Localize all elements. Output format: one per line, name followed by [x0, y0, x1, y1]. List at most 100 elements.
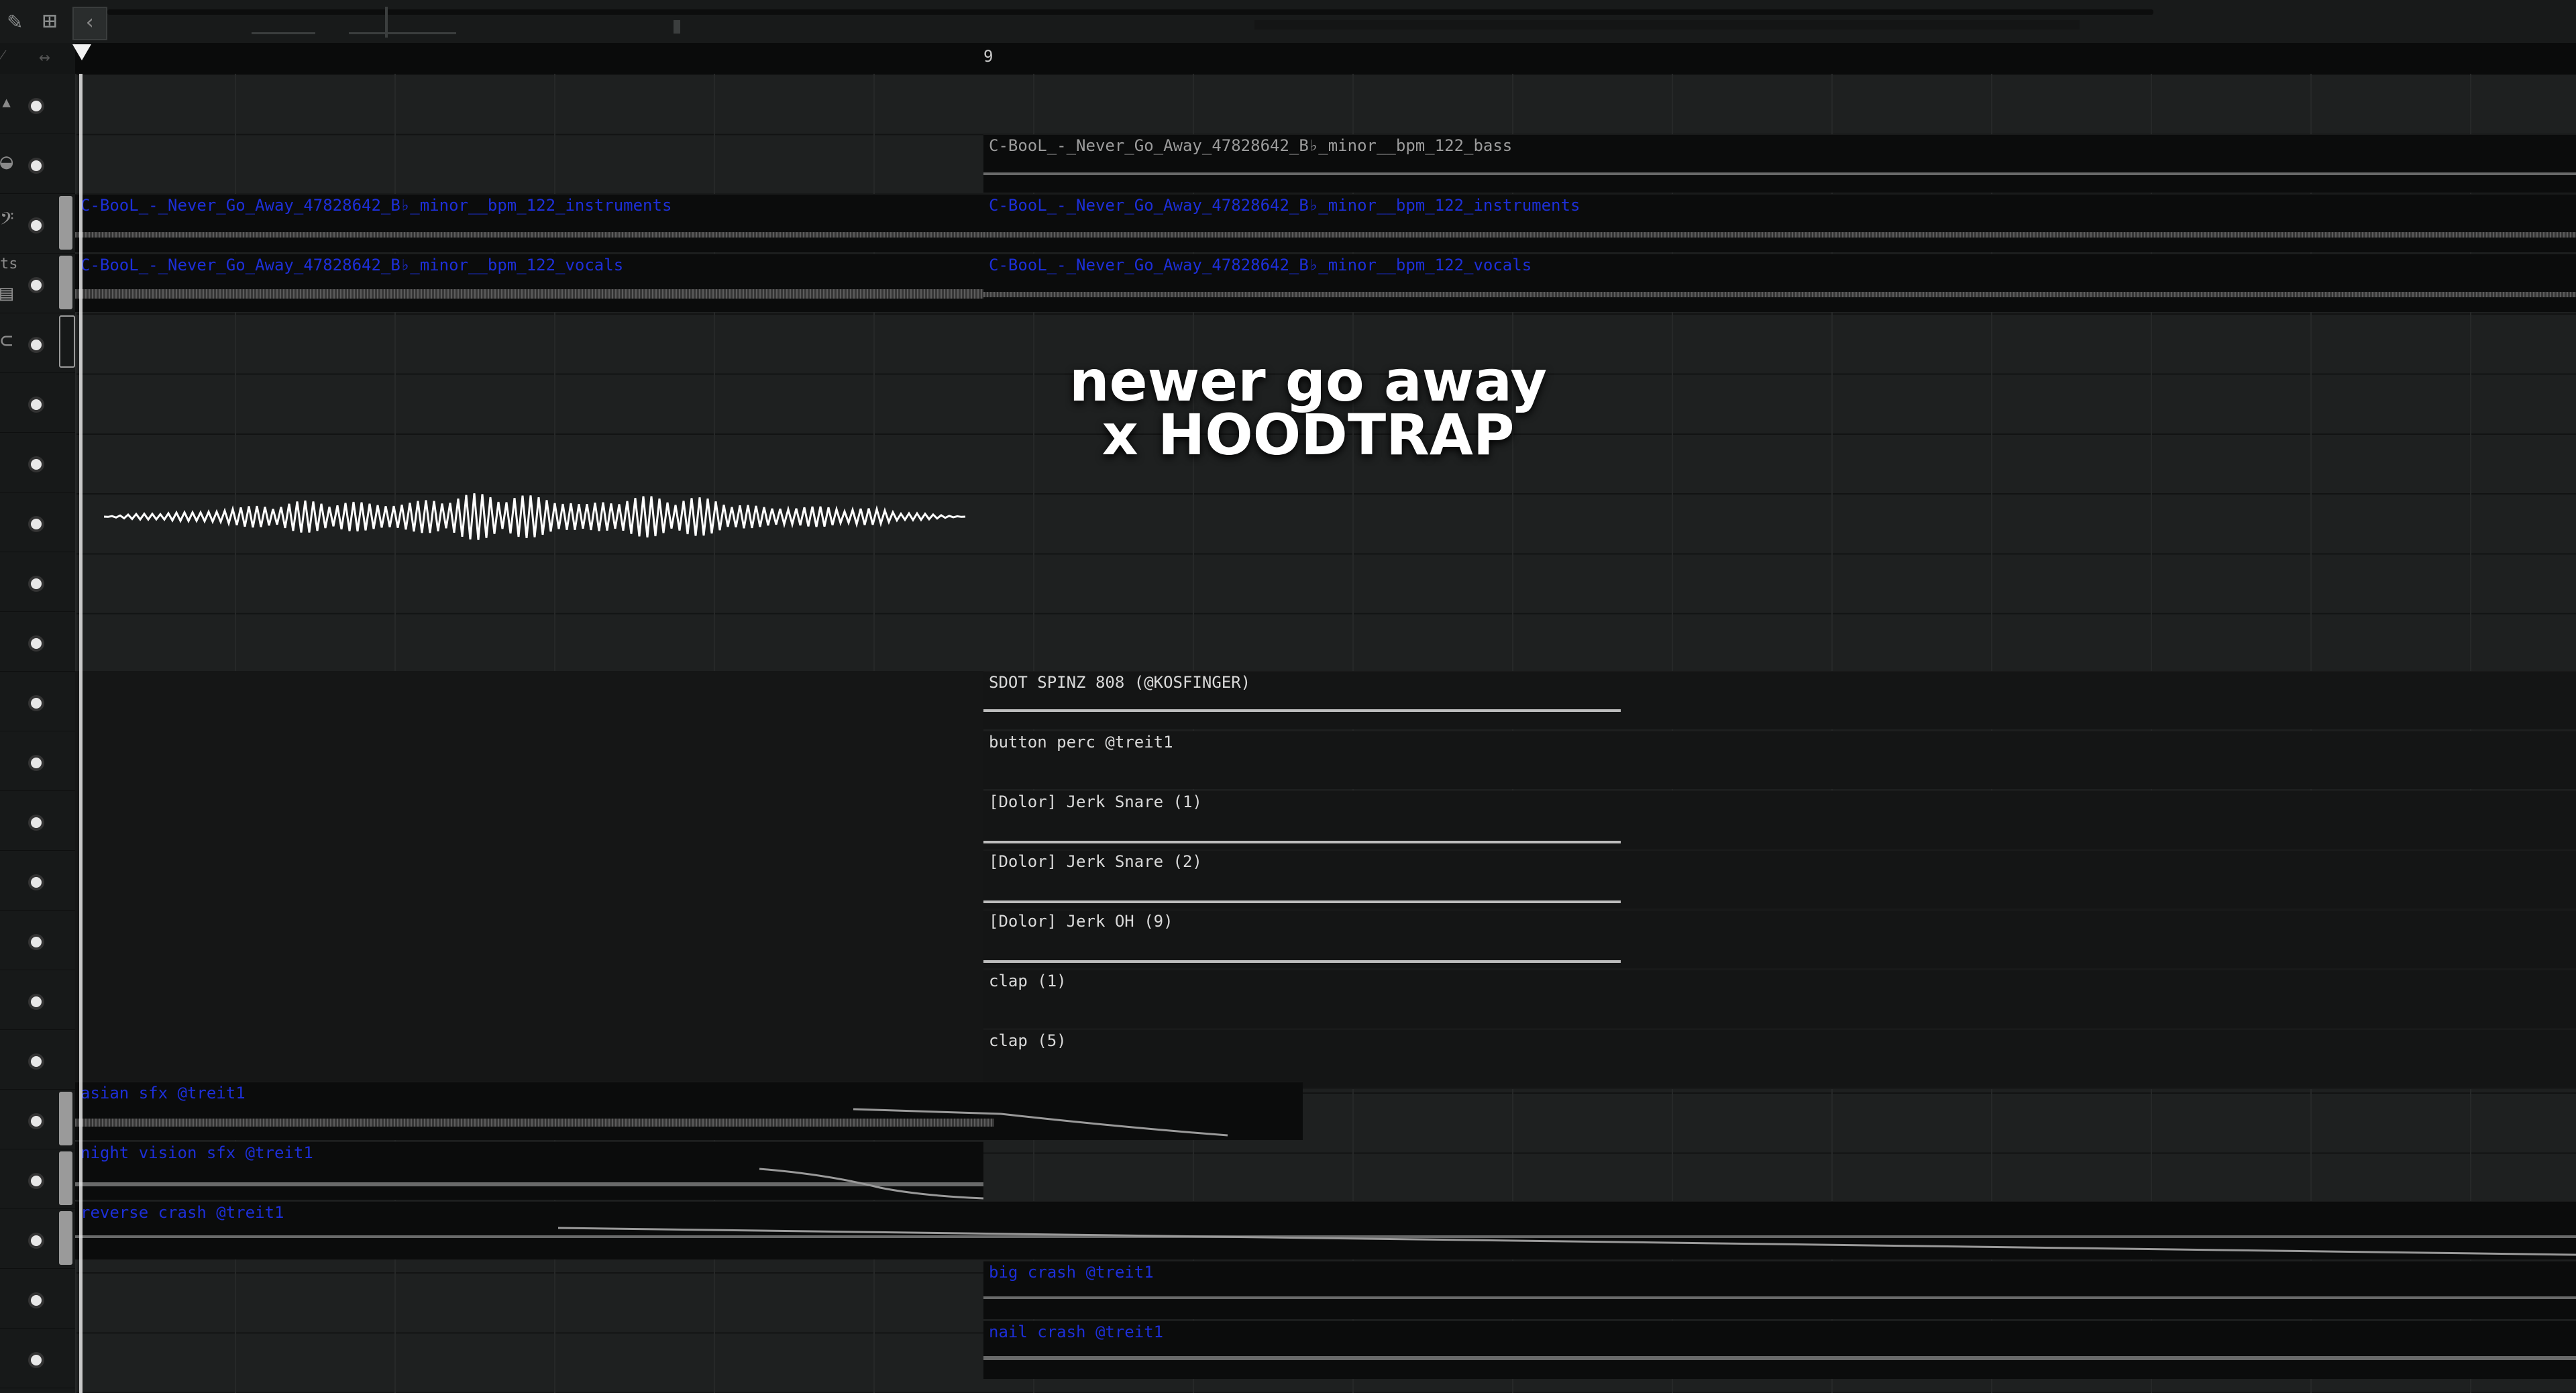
track-header[interactable] [0, 1149, 75, 1209]
track-mute-led[interactable] [31, 758, 42, 768]
overlay-title-line1: newer go away [1069, 348, 1548, 414]
track-header[interactable] [0, 1089, 75, 1149]
track-header[interactable]: 𝄢 [0, 193, 75, 254]
audio-clip[interactable]: reverse crash @treit1 [75, 1201, 2576, 1259]
loop-icon: ⊂ [0, 327, 13, 353]
track-header[interactable] [0, 850, 75, 911]
track-mute-led[interactable] [31, 877, 42, 888]
track-mute-led[interactable] [31, 459, 42, 470]
track-mute-led[interactable] [31, 1176, 42, 1186]
clip-label: SDOT SPINZ 808 (@KOSFINGER) [989, 673, 1251, 692]
audio-clip[interactable]: C-BooL_-_Never_Go_Away_47828642_B♭_minor… [75, 194, 983, 252]
audio-clip[interactable]: big crash @treit1 [983, 1261, 2576, 1319]
track-mute-led[interactable] [31, 698, 42, 709]
audio-clip[interactable]: C-BooL_-_Never_Go_Away_47828642_B♭_minor… [983, 254, 2576, 312]
clip-label: night vision sfx @treit1 [80, 1143, 313, 1162]
pattern-notes [983, 960, 1621, 963]
track-resize-handle[interactable] [59, 196, 72, 250]
track-header[interactable] [0, 671, 75, 731]
track-resize-handle[interactable] [59, 1151, 72, 1205]
track-mute-led[interactable] [31, 340, 42, 350]
track-mute-led[interactable] [31, 1295, 42, 1306]
track-header[interactable] [0, 492, 75, 552]
overview-position-marker[interactable] [674, 20, 680, 34]
pattern-clip[interactable]: button perc @treit1 [983, 731, 2576, 789]
stretch-icon[interactable]: ↔ [39, 46, 50, 68]
track-mute-led[interactable] [31, 1235, 42, 1246]
track-header[interactable] [0, 1328, 75, 1388]
track-mute-led[interactable] [31, 1056, 42, 1067]
ruler-tools: ⁄ ↔ [0, 43, 75, 74]
clip-waveform [75, 1182, 983, 1186]
playlist-grid[interactable]: C-BooL_-_Never_Go_Away_47828642_B♭_minor… [75, 74, 2576, 1393]
track-resize-handle[interactable] [59, 1211, 72, 1265]
overview-scrollbar-thumb[interactable] [1254, 20, 2080, 30]
track-mute-led[interactable] [31, 1116, 42, 1127]
pattern-clip[interactable]: [Dolor] Jerk Snare (1) [983, 790, 2576, 849]
pattern-clip[interactable]: [Dolor] Jerk Snare (2) [983, 850, 2576, 909]
audio-clip[interactable]: C-BooL_-_Never_Go_Away_47828642_B♭_minor… [75, 254, 983, 312]
track-mute-led[interactable] [31, 519, 42, 529]
track-header[interactable] [0, 611, 75, 672]
clip-label: C-BooL_-_Never_Go_Away_47828642_B♭_minor… [80, 256, 624, 274]
clip-label: [Dolor] Jerk Snare (1) [989, 792, 1202, 811]
track-header[interactable] [0, 372, 75, 433]
track-resize-handle[interactable] [59, 1092, 72, 1145]
piano-icon[interactable]: ⊞ [35, 7, 64, 36]
clip-label: [Dolor] Jerk Snare (2) [989, 852, 1202, 871]
track-mute-led[interactable] [31, 399, 42, 410]
track-header[interactable]: ◒ [0, 134, 75, 194]
pencil-icon[interactable]: ✎ [0, 7, 30, 36]
track-mute-led[interactable] [31, 578, 42, 589]
audio-clip[interactable]: night vision sfx @treit1 [75, 1141, 983, 1200]
track-header[interactable] [0, 970, 75, 1030]
slide-icon[interactable]: ⁄ [0, 46, 3, 68]
track-mute-led[interactable] [31, 280, 42, 291]
track-header[interactable] [0, 552, 75, 612]
timeline-ruler[interactable]: ⁄ ↔ 9 [0, 43, 2576, 74]
track-header[interactable] [0, 910, 75, 970]
track-mute-led[interactable] [31, 638, 42, 649]
overview-position-marker[interactable] [385, 7, 388, 38]
waveform-graphic [104, 493, 966, 540]
track-header[interactable] [0, 1268, 75, 1329]
ts-label: ts [0, 256, 18, 272]
track-mute-led[interactable] [31, 101, 42, 111]
track-header[interactable]: ts ▤ [0, 253, 75, 313]
pattern-clip[interactable]: clap (5) [983, 1029, 2576, 1088]
clip-label: big crash @treit1 [989, 1263, 1154, 1282]
clip-label: C-BooL_-_Never_Go_Away_47828642_B♭_minor… [989, 136, 1513, 155]
track-mute-led[interactable] [31, 996, 42, 1007]
clip-label: C-BooL_-_Never_Go_Away_47828642_B♭_minor… [989, 256, 1532, 274]
pattern-clip[interactable]: [Dolor] Jerk OH (9) [983, 910, 2576, 968]
pattern-clip[interactable]: clap (1) [983, 970, 2576, 1028]
clip-waveform [75, 1119, 994, 1127]
drum-icon: ◒ [0, 148, 13, 174]
track-mute-led[interactable] [31, 1355, 42, 1365]
audio-clip[interactable]: asian sfx @treit1 [75, 1082, 1303, 1140]
track-header[interactable] [0, 1208, 75, 1269]
audio-clip[interactable]: C-BooL_-_Never_Go_Away_47828642_B♭_minor… [983, 194, 2576, 252]
empty-region [75, 671, 983, 1089]
track-header[interactable] [0, 1029, 75, 1090]
track-mute-led[interactable] [31, 160, 42, 171]
clip-label: C-BooL_-_Never_Go_Away_47828642_B♭_minor… [989, 196, 1580, 215]
playhead-marker[interactable] [72, 44, 91, 60]
track-mute-led[interactable] [31, 817, 42, 828]
audio-clip[interactable]: C-BooL_-_Never_Go_Away_47828642_B♭_minor… [983, 134, 2576, 193]
arrow-up-icon[interactable]: ▴ [0, 89, 27, 114]
track-mute-led[interactable] [31, 937, 42, 947]
track-header[interactable] [0, 790, 75, 851]
scroll-left-button[interactable]: ‹ [72, 7, 107, 40]
audio-clip[interactable]: nail crash @treit1 [983, 1321, 2576, 1379]
pattern-clip[interactable]: SDOT SPINZ 808 (@KOSFINGER) [983, 671, 2576, 729]
track-header[interactable]: ⊂ [0, 313, 75, 373]
track-header[interactable] [0, 731, 75, 791]
track-header[interactable]: ▴ [0, 74, 75, 134]
clip-label: asian sfx @treit1 [80, 1084, 246, 1102]
track-header[interactable] [0, 432, 75, 493]
track-resize-handle[interactable] [59, 256, 72, 309]
track-mute-led[interactable] [31, 220, 42, 231]
overview-scrollbar[interactable] [107, 9, 2153, 15]
track-resize-handle[interactable] [59, 315, 75, 368]
